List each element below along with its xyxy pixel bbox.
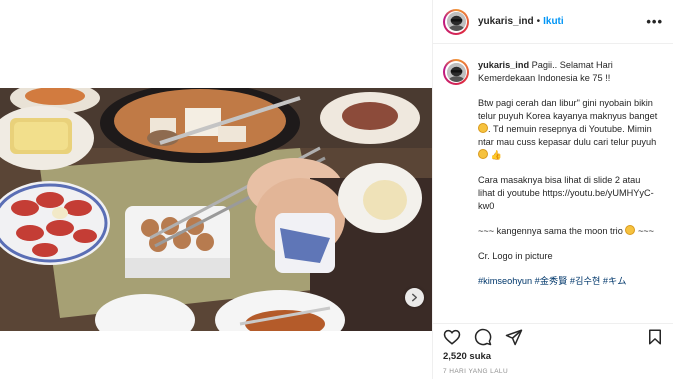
- caption-para4b: ~~~: [637, 226, 655, 236]
- comment-icon: [474, 328, 492, 345]
- caption-para2: Btw pagi cerah dan libur" gini nyobain b…: [478, 98, 658, 121]
- profile-photo-icon: [446, 62, 466, 82]
- caption-para4a: ~~~ kangennya sama the moon trio: [478, 226, 623, 236]
- likes-count[interactable]: 2,520 suka: [443, 351, 491, 362]
- avatar[interactable]: [443, 8, 469, 35]
- post-header: yukaris_ind • Ikuti •••: [433, 0, 673, 44]
- separator-dot: •: [536, 16, 541, 27]
- more-options-button[interactable]: •••: [646, 14, 663, 29]
- caption-avatar[interactable]: [443, 59, 469, 85]
- save-button[interactable]: [646, 328, 664, 346]
- paper-plane-icon: [505, 329, 523, 345]
- next-slide-button[interactable]: [405, 288, 424, 307]
- follow-button[interactable]: Ikuti: [543, 16, 564, 27]
- like-button[interactable]: [443, 328, 461, 346]
- hashtags[interactable]: #kimseohyun #金秀賢 #김수현 #キム: [478, 276, 626, 286]
- comments-scroll-area[interactable]: yukaris_ind Pagii.. Selamat Hari Kemerde…: [433, 45, 673, 323]
- header-username[interactable]: yukaris_ind: [478, 16, 534, 27]
- thumbs-up-emoji-icon: 👍: [490, 150, 502, 160]
- heart-icon: [443, 329, 461, 345]
- grin-emoji-icon: [478, 149, 488, 159]
- caption-row: yukaris_ind Pagii.. Selamat Hari Kemerde…: [443, 59, 664, 288]
- action-bar: [433, 323, 673, 349]
- crying-emoji-icon: [625, 225, 636, 235]
- grinning-sweat-emoji-icon: [478, 123, 488, 133]
- caption-para5: Cr. Logo in picture: [478, 251, 553, 261]
- food-table-illustration: [0, 88, 432, 331]
- comment-button[interactable]: [474, 328, 492, 346]
- chevron-right-icon: [411, 293, 418, 302]
- share-button[interactable]: [505, 328, 523, 346]
- caption-text: yukaris_ind Pagii.. Selamat Hari Kemerde…: [478, 59, 658, 288]
- bookmark-icon: [649, 329, 661, 344]
- caption-para2b: . Td nemuin resepnya di Youtube. Mimin n…: [478, 124, 657, 147]
- post-photo[interactable]: [0, 88, 432, 331]
- media-area: [0, 0, 432, 379]
- post-timestamp[interactable]: 7 HARI YANG LALU: [443, 368, 508, 375]
- profile-photo-icon: [446, 12, 466, 31]
- caption-username[interactable]: yukaris_ind: [478, 60, 529, 70]
- post-detail-panel: yukaris_ind • Ikuti ••• yukaris_ind Pagi…: [432, 0, 673, 379]
